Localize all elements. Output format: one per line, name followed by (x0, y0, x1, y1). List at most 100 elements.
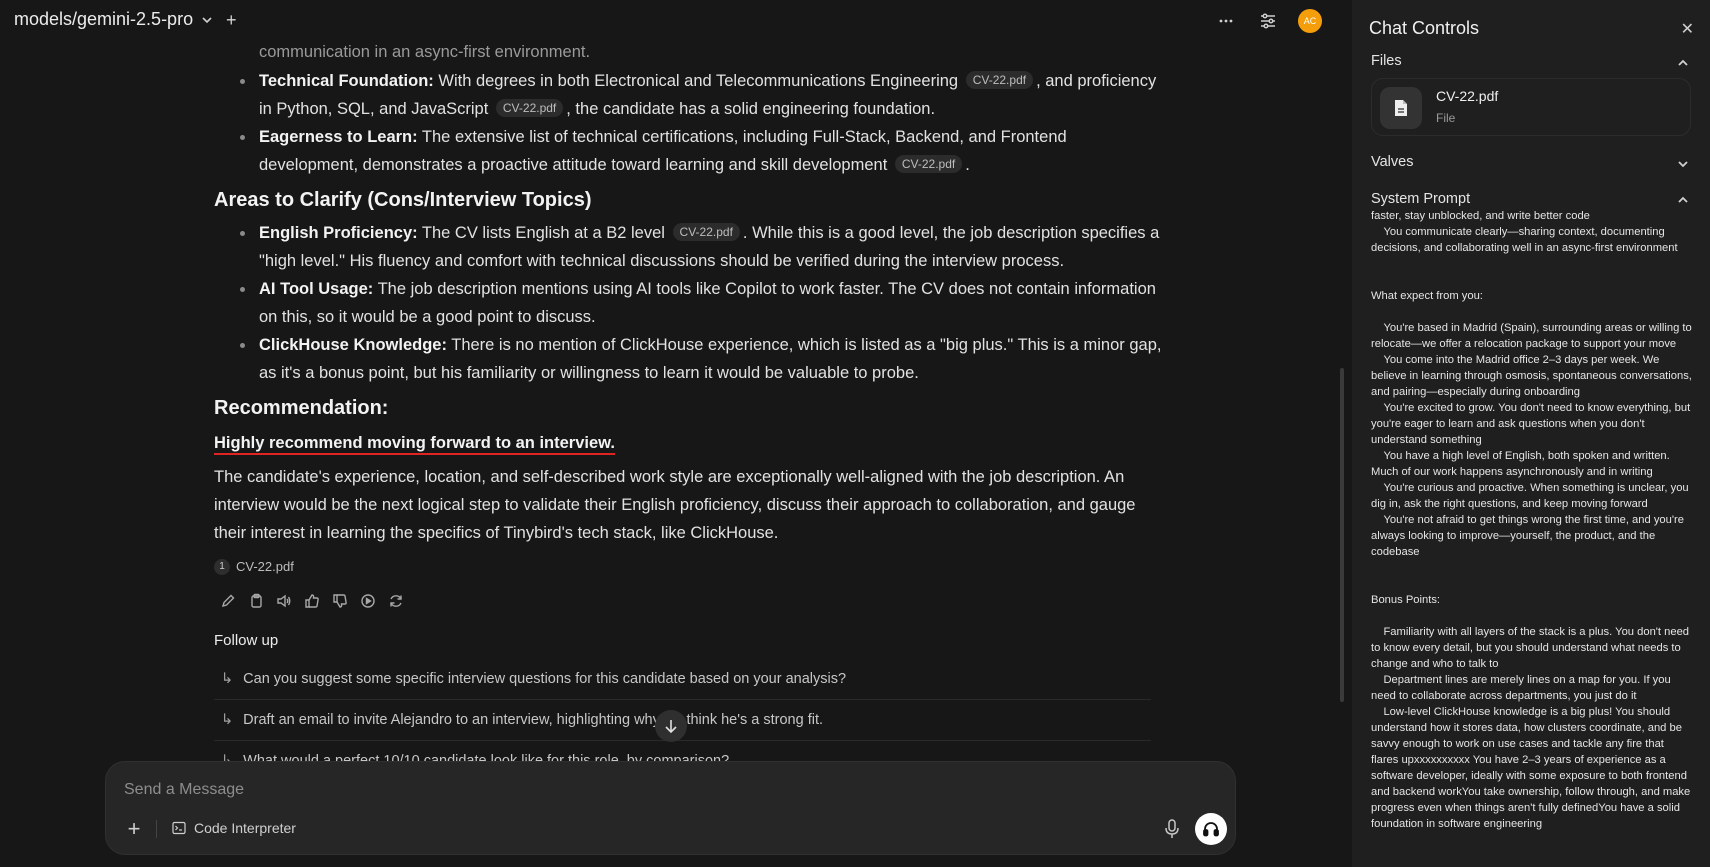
list-item: English Proficiency: The CV lists Englis… (227, 219, 1167, 275)
item-title: English Proficiency: (259, 224, 418, 242)
file-name: CV-22.pdf (1436, 88, 1499, 104)
files-section-header[interactable]: Files (1371, 53, 1402, 69)
citation-chip[interactable]: CV-22.pdf (894, 155, 963, 173)
citation-chip[interactable]: CV-22.pdf (495, 99, 564, 117)
system-prompt-line: What expect from you: (1371, 290, 1483, 302)
system-prompt-line: Bonus Points: (1371, 594, 1441, 606)
system-prompt-line: You come into the Madrid office 2–3 days… (1371, 354, 1696, 398)
valves-section-header[interactable]: Valves (1371, 154, 1413, 170)
system-prompt-section-header[interactable]: System Prompt (1371, 191, 1470, 207)
model-selector[interactable]: models/gemini-2.5-pro (14, 9, 213, 30)
system-prompt-line (1371, 608, 1693, 624)
thumbs-down-icon[interactable] (332, 593, 348, 609)
recommendation-heading: Recommendation: (214, 397, 389, 419)
item-title: ClickHouse Knowledge: (259, 336, 447, 354)
item-text: , the candidate has a solid engineering … (566, 100, 936, 118)
system-prompt-line (1371, 560, 1693, 576)
recommendation-body: The candidate's experience, location, an… (214, 468, 1136, 542)
system-prompt-line: faster, stay unblocked, and write better… (1371, 210, 1590, 222)
file-type: File (1436, 111, 1456, 125)
followup-item[interactable]: ↳ Can you suggest some specific interview… (214, 659, 1151, 700)
chevron-up-icon[interactable] (1676, 193, 1690, 207)
source-number: 1 (214, 559, 230, 575)
assistant-message: communication in an async-first environm… (214, 38, 1167, 782)
item-text: . (965, 156, 970, 174)
cons-list: English Proficiency: The CV lists Englis… (227, 219, 1167, 387)
chevron-down-icon (202, 16, 212, 23)
return-arrow-icon: ↳ (221, 671, 234, 687)
chevron-up-icon[interactable] (1676, 56, 1690, 70)
system-prompt-line: You're excited to grow. You don't need t… (1371, 402, 1694, 446)
list-item: Eagerness to Learn: The extensive list o… (227, 123, 1167, 179)
thumbs-up-icon[interactable] (304, 593, 320, 609)
citation-chip[interactable]: CV-22.pdf (672, 223, 740, 241)
scroll-to-bottom-button[interactable] (655, 710, 687, 742)
panel-title: Chat Controls (1369, 18, 1480, 38)
faded-line: communication in an async-first environm… (259, 43, 591, 61)
item-text: The job description mentions using AI to… (259, 280, 1156, 326)
scrollbar[interactable] (1340, 368, 1344, 702)
message-input[interactable]: Send a Message (124, 781, 244, 799)
system-prompt-line: You're curious and proactive. When somet… (1371, 482, 1692, 510)
followup-text: Draft an email to invite Alejandro to an… (243, 712, 824, 728)
voice-mode-button[interactable] (1195, 813, 1227, 845)
terminal-icon (172, 821, 186, 835)
source-name: CV-22.pdf (236, 559, 294, 574)
more-icon[interactable] (1214, 9, 1238, 33)
item-text: With degrees in both Electronical and Te… (433, 72, 963, 90)
avatar[interactable]: AC (1298, 9, 1322, 33)
edit-icon[interactable] (220, 593, 236, 609)
speaker-icon[interactable] (276, 593, 292, 609)
rec-strong-wrap: Highly recommend moving forward to an in… (214, 429, 1167, 457)
system-prompt-line (1371, 576, 1693, 592)
list-item: AI Tool Usage: The job description menti… (227, 275, 1167, 331)
item-text: The CV lists English at a B2 level (417, 224, 670, 242)
code-interpreter-toggle[interactable]: Code Interpreter (172, 820, 296, 836)
citation-chip[interactable]: CV-22.pdf (965, 71, 1034, 89)
system-prompt-line (1371, 272, 1693, 288)
code-interpreter-label: Code Interpreter (194, 820, 296, 836)
recommendation-strong: Highly recommend moving forward to an in… (214, 434, 615, 455)
list-item: Technical Foundation: With degrees in bo… (227, 67, 1167, 123)
system-prompt-line: You communicate clearly—sharing context,… (1371, 226, 1678, 254)
model-name: models/gemini-2.5-pro (14, 9, 194, 29)
top-actions: AC (1214, 9, 1322, 33)
clarify-heading: Areas to Clarify (Cons/Interview Topics) (214, 189, 592, 211)
add-model-button[interactable]: + (226, 11, 237, 29)
document-icon (1380, 87, 1422, 129)
headphones-icon (1203, 822, 1219, 837)
system-prompt-textarea[interactable]: faster, stay unblocked, and write better… (1371, 208, 1693, 832)
message-input-box: Send a Message + Code Interpreter (105, 761, 1236, 855)
close-icon[interactable]: ✕ (1681, 19, 1694, 39)
pros-list: Technical Foundation: With degrees in bo… (227, 67, 1167, 179)
message-actions (220, 593, 1167, 609)
controls-sliders-icon[interactable] (1256, 9, 1280, 33)
list-item: ClickHouse Knowledge: There is no mentio… (227, 331, 1167, 387)
divider (156, 820, 157, 838)
app-window: models/gemini-2.5-pro + AC communication… (0, 0, 1710, 867)
system-prompt-line: You're based in Madrid (Spain), surround… (1371, 322, 1695, 350)
plus-icon[interactable]: + (122, 818, 146, 842)
system-prompt-line: You have a high level of English, both s… (1371, 450, 1673, 478)
source-row[interactable]: 1 CV-22.pdf (214, 553, 1167, 581)
return-arrow-icon: ↳ (221, 712, 234, 728)
regenerate-icon[interactable] (388, 593, 404, 609)
system-prompt-line: You're not afraid to get things wrong th… (1371, 514, 1688, 558)
item-title: Technical Foundation: (259, 72, 434, 90)
arrow-down-icon (665, 720, 677, 734)
item-title: AI Tool Usage: (259, 280, 374, 298)
chat-main: models/gemini-2.5-pro + AC communication… (0, 0, 1352, 867)
copy-icon[interactable] (248, 593, 264, 609)
item-title: Eagerness to Learn: (259, 128, 418, 146)
system-prompt-line (1371, 256, 1693, 272)
file-card[interactable]: CV-22.pdf File (1371, 78, 1691, 136)
followup-text: Can you suggest some specific interview … (243, 671, 847, 687)
chevron-down-icon[interactable] (1676, 157, 1690, 171)
chat-controls-panel: Chat Controls ✕ Files CV-22.pdf File Val… (1352, 0, 1710, 867)
top-bar: models/gemini-2.5-pro + AC (0, 0, 1352, 42)
microphone-icon[interactable] (1164, 819, 1180, 844)
play-icon[interactable] (360, 593, 376, 609)
followup-title: Follow up (214, 632, 279, 649)
faded-line-wrap: communication in an async-first environm… (227, 38, 1167, 67)
system-prompt-line (1371, 304, 1693, 320)
